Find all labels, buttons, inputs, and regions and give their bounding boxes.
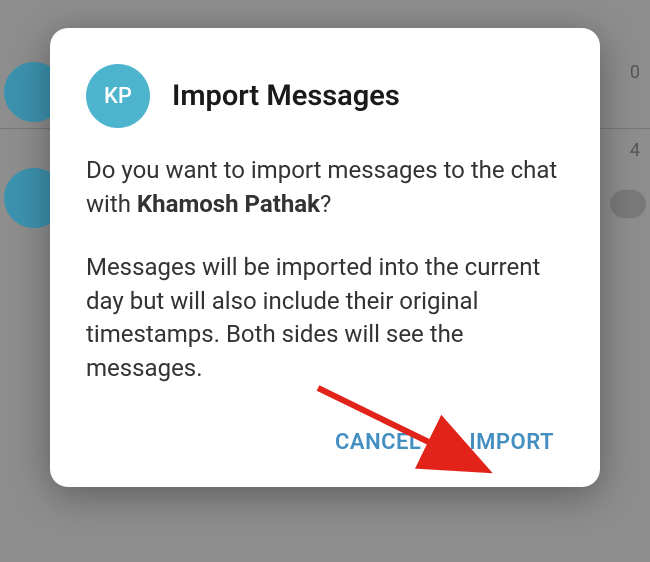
dialog-body: Do you want to import messages to the ch… xyxy=(86,154,564,386)
contact-avatar: KP xyxy=(86,64,150,128)
import-button[interactable]: IMPORT xyxy=(465,422,558,463)
dialog-paragraph-2: Messages will be imported into the curre… xyxy=(86,251,564,385)
dialog-title: Import Messages xyxy=(172,79,400,113)
bg-num-2: 4 xyxy=(630,140,640,161)
import-messages-dialog: KP Import Messages Do you want to import… xyxy=(50,28,600,487)
dialog-paragraph-1: Do you want to import messages to the ch… xyxy=(86,154,564,221)
cancel-button[interactable]: CANCEL xyxy=(331,422,425,463)
contact-name: Khamosh Pathak xyxy=(137,190,320,218)
bg-num-1: 0 xyxy=(630,62,640,83)
bg-unread-badge xyxy=(610,190,646,218)
para1-suffix: ? xyxy=(320,190,331,218)
dialog-header: KP Import Messages xyxy=(86,64,564,128)
avatar-initials: KP xyxy=(104,84,132,109)
dialog-actions: CANCEL IMPORT xyxy=(86,422,564,463)
